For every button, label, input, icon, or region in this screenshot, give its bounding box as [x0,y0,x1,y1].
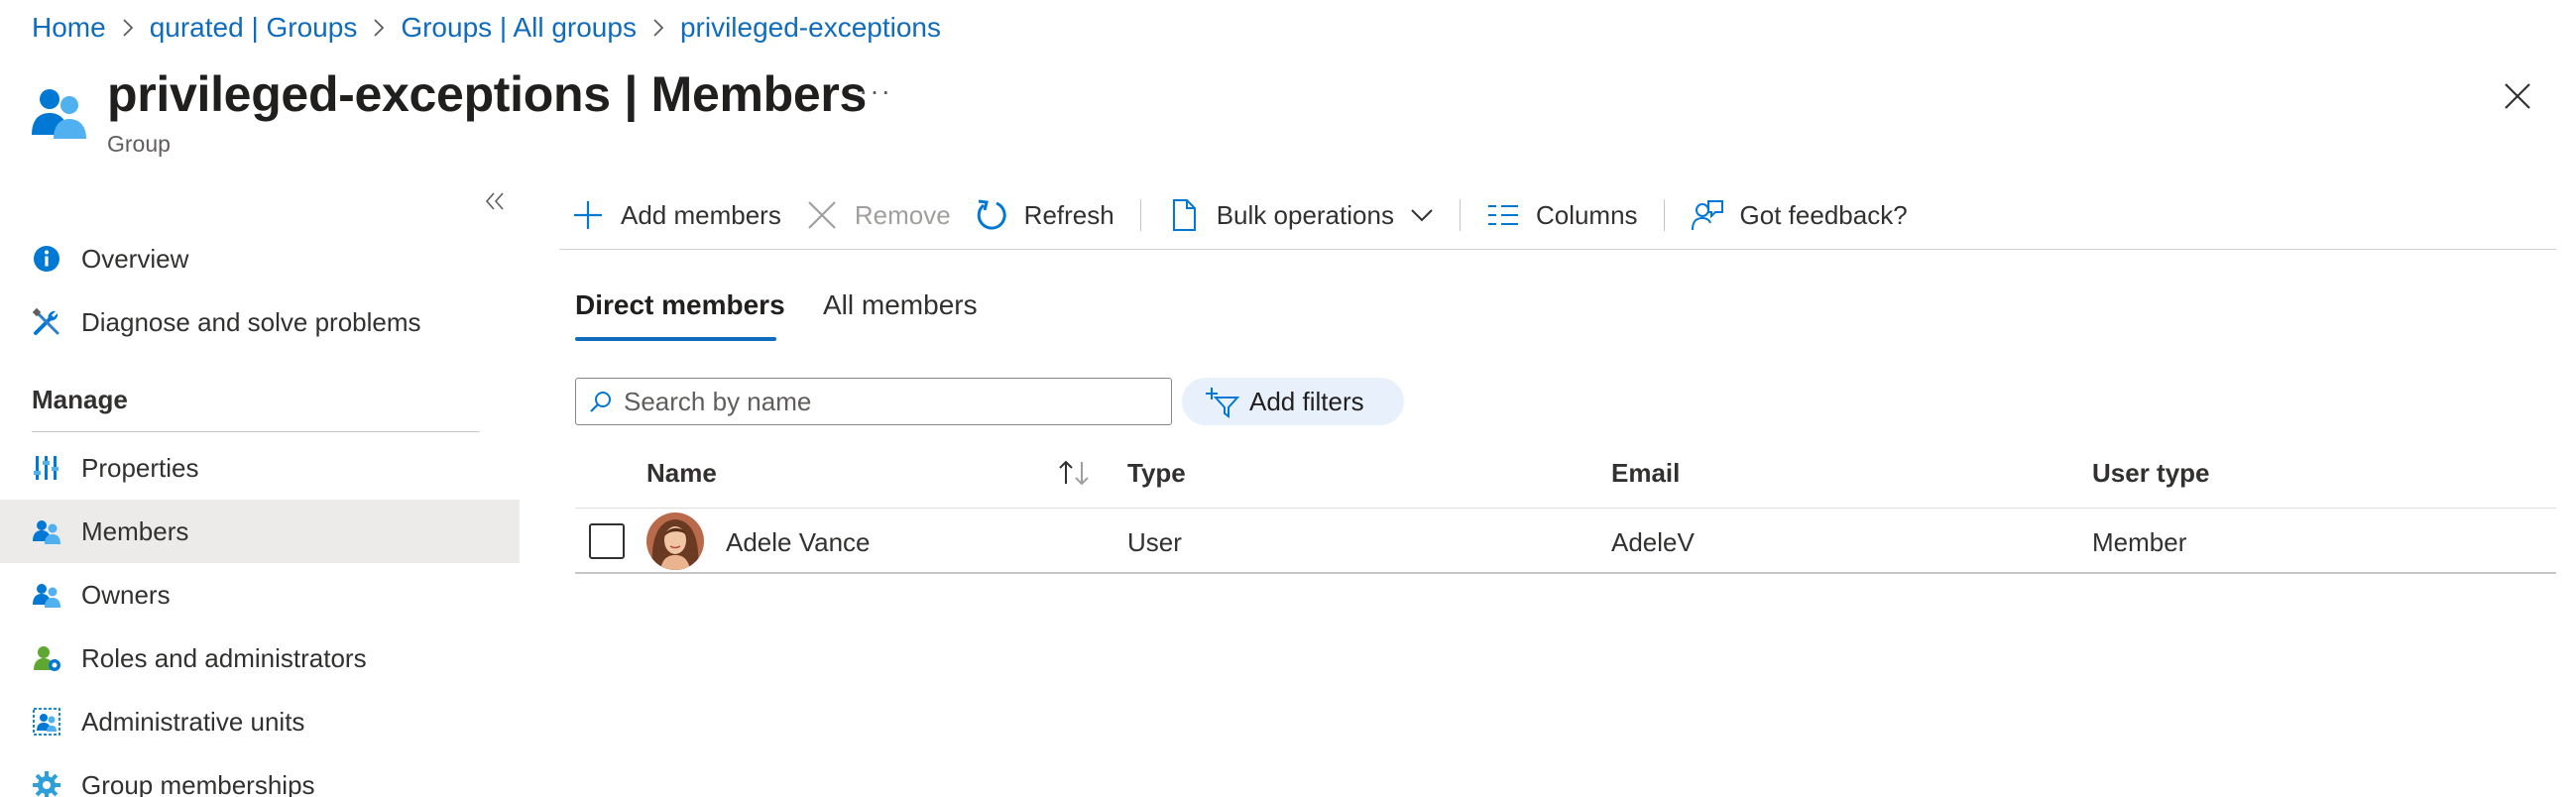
breadcrumb-tenant-groups[interactable]: qurated | Groups [150,12,358,44]
add-filters-label: Add filters [1249,386,1364,416]
tab-all-members[interactable]: All members [823,289,978,321]
sidebar-section-manage: Manage [32,385,128,414]
add-filters-button[interactable]: Add filters [1182,378,1404,425]
sidebar-item-label: Diagnose and solve problems [81,306,421,337]
breadcrumb-home[interactable]: Home [32,12,106,44]
cell-type: User [1127,527,1182,557]
column-header-email[interactable]: Email [1611,458,1680,489]
row-checkbox[interactable] [589,523,625,559]
feedback-icon [1691,198,1724,232]
add-filter-icon [1206,388,1239,418]
columns-label: Columns [1535,199,1638,230]
sidebar-item-label: Members [81,515,189,546]
sidebar-item-members[interactable]: Members [0,500,520,563]
toolbar-separator [1459,199,1461,231]
command-bar: Add members Remove Refresh Bulk operatio… [559,193,1920,237]
sidebar-item-roles[interactable]: Roles and administrators [0,626,520,690]
chevron-right-icon [637,18,680,38]
column-header-user-type[interactable]: User type [2092,458,2210,489]
search-input[interactable] [624,386,1159,417]
page-subtitle: Group [107,131,171,157]
chevron-right-icon [357,18,401,38]
feedback-button[interactable]: Got feedback? [1679,193,1920,237]
refresh-label: Refresh [1023,199,1114,230]
active-tab-indicator [575,337,776,341]
sidebar-item-label: Overview [81,243,189,274]
refresh-icon [975,198,1008,232]
properties-icon [32,453,61,483]
page-title: privileged-exceptions | Members [107,65,867,123]
sidebar-item-label: Roles and administrators [81,642,367,673]
table-row[interactable]: Adele Vance User AdeleV Member [575,509,2556,574]
remove-label: Remove [854,199,951,230]
page-title-suffix: | Members [610,66,868,122]
group-icon [32,89,86,139]
close-icon[interactable] [2503,81,2532,111]
chevron-down-icon [1410,208,1434,222]
search-icon [590,392,611,412]
columns-icon [1486,198,1520,232]
cell-email: AdeleV [1611,527,1695,557]
members-icon [32,516,61,546]
search-box [575,378,1172,425]
sidebar-item-properties[interactable]: Properties [0,436,520,500]
cell-user-type: Member [2092,527,2187,557]
refresh-button[interactable]: Refresh [963,193,1126,237]
toolbar-divider [559,249,2556,250]
sidebar-item-label: Administrative units [81,706,305,737]
sidebar-item-owners[interactable]: Owners [0,563,520,626]
plus-icon [571,198,605,232]
document-icon [1167,198,1201,232]
sidebar-divider [32,431,480,432]
sidebar-item-label: Owners [81,579,171,610]
columns-button[interactable]: Columns [1474,193,1650,237]
sidebar-item-overview[interactable]: Overview [0,227,520,290]
roles-icon [32,643,61,673]
toolbar-separator [1139,199,1141,231]
cell-name[interactable]: Adele Vance [726,527,871,558]
breadcrumb-group[interactable]: privileged-exceptions [680,12,941,44]
sidebar-item-group-memberships[interactable]: Group memberships [0,753,520,797]
sidebar-item-admin-units[interactable]: Administrative units [0,690,520,753]
sidebar-item-label: Properties [81,452,199,483]
remove-button[interactable]: Remove [793,193,963,237]
sort-arrows-icon[interactable] [1057,458,1093,488]
sidebar-item-diagnose[interactable]: Diagnose and solve problems [0,290,520,354]
sidebar-item-label: Group memberships [81,769,315,797]
breadcrumb-all-groups[interactable]: Groups | All groups [401,12,637,44]
breadcrumb: Home qurated | Groups Groups | All group… [32,12,941,44]
bulk-operations-label: Bulk operations [1216,199,1394,230]
remove-x-icon [805,198,839,232]
info-icon [32,244,61,274]
toolbar-separator [1663,199,1665,231]
owners-icon [32,580,61,610]
more-options-button[interactable]: ··· [859,75,892,107]
wrench-icon [32,307,61,337]
column-header-name[interactable]: Name [646,458,717,489]
column-header-type[interactable]: Type [1127,458,1186,489]
admin-units-icon [32,707,61,737]
feedback-label: Got feedback? [1739,199,1908,230]
bulk-operations-button[interactable]: Bulk operations [1155,193,1446,237]
avatar [646,512,704,570]
add-members-button[interactable]: Add members [559,193,793,237]
add-members-label: Add members [621,199,781,230]
collapse-sidebar-icon[interactable] [484,190,506,212]
gear-icon [32,770,61,797]
page-title-group-name: privileged-exceptions [107,66,611,122]
tab-direct-members[interactable]: Direct members [575,289,785,321]
chevron-right-icon [106,18,150,38]
